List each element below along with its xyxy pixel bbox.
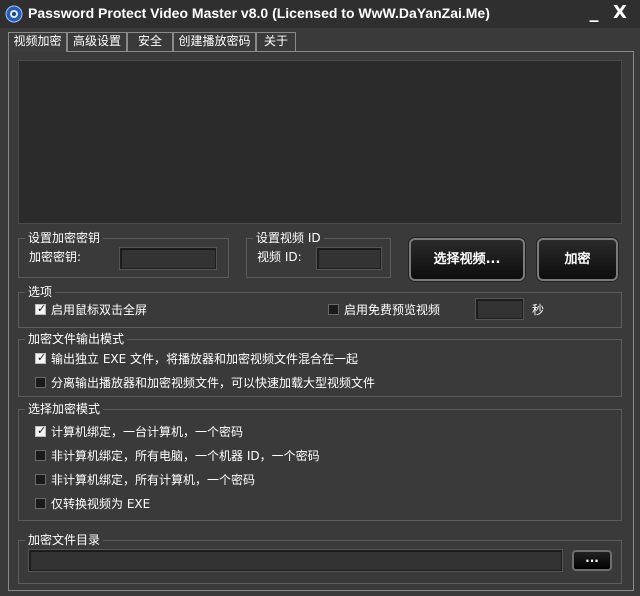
- check-icon: ✓: [37, 424, 47, 437]
- output-exe-checkbox[interactable]: ✓: [35, 351, 47, 364]
- mode-machine-id-checkbox[interactable]: [35, 450, 46, 461]
- video-id-input[interactable]: [317, 248, 381, 269]
- fullscreen-checkbox-label: 启用鼠标双击全屏: [51, 303, 148, 317]
- tab-about[interactable]: 关于: [256, 32, 296, 51]
- encryption-key-label: 加密密钥:: [29, 250, 82, 264]
- video-id-group-title: 设置视频 ID: [253, 230, 324, 246]
- output-dir-input[interactable]: [29, 550, 562, 571]
- minimize-button[interactable]: _: [582, 2, 606, 24]
- encrypt-button[interactable]: 加密: [537, 238, 618, 281]
- encryption-key-input[interactable]: [120, 248, 216, 269]
- mode-all-computers-checkbox[interactable]: [35, 474, 46, 485]
- mode-computer-bound-label: 计算机绑定，一台计算机，一个密码: [51, 425, 244, 439]
- app-icon: [5, 5, 23, 23]
- free-preview-checkbox-label: 启用免费预览视频: [344, 303, 441, 317]
- mode-convert-exe-label: 仅转换视频为 EXE: [51, 497, 151, 511]
- tab-video-encrypt[interactable]: 视频加密: [8, 32, 67, 52]
- fullscreen-checkbox[interactable]: ✓: [35, 302, 47, 315]
- free-preview-checkbox[interactable]: [328, 304, 339, 315]
- video-id-label: 视频 ID:: [257, 250, 302, 264]
- mode-convert-exe-checkbox[interactable]: [35, 498, 46, 509]
- seconds-unit-label: 秒: [532, 303, 545, 317]
- check-icon: ✓: [37, 351, 47, 364]
- check-icon: ✓: [37, 302, 47, 315]
- mode-computer-bound-checkbox[interactable]: ✓: [35, 424, 47, 437]
- title-bar: Password Protect Video Master v8.0 (Lice…: [0, 0, 640, 28]
- encryption-key-group-title: 设置加密密钥: [25, 230, 104, 246]
- encrypt-mode-group-title: 选择加密模式: [25, 401, 104, 417]
- browse-button[interactable]: ...: [572, 550, 612, 571]
- mode-all-computers-label: 非计算机绑定，所有计算机，一个密码: [51, 473, 256, 487]
- output-separate-checkbox-label: 分离输出播放器和加密视频文件，可以快速加载大型视频文件: [51, 376, 376, 390]
- output-exe-checkbox-label: 输出独立 EXE 文件，将播放器和加密视频文件混合在一起: [51, 352, 359, 366]
- output-mode-group-title: 加密文件输出模式: [25, 331, 128, 347]
- select-video-button[interactable]: 选择视频...: [409, 238, 525, 281]
- window-title: Password Protect Video Master v8.0 (Lice…: [28, 5, 490, 21]
- preview-seconds-input[interactable]: [476, 299, 523, 319]
- mode-machine-id-label: 非计算机绑定，所有电脑，一个机器 ID，一个密码: [51, 449, 320, 463]
- output-dir-group-title: 加密文件目录: [25, 532, 104, 548]
- close-button[interactable]: X: [608, 2, 632, 24]
- options-group-title: 选项: [25, 284, 56, 300]
- output-separate-checkbox[interactable]: [35, 377, 46, 388]
- tab-security[interactable]: 安全: [127, 32, 173, 51]
- tab-create-play-password[interactable]: 创建播放密码: [173, 32, 256, 51]
- tab-advanced-settings[interactable]: 高级设置: [67, 32, 127, 51]
- video-preview-area: [18, 60, 622, 224]
